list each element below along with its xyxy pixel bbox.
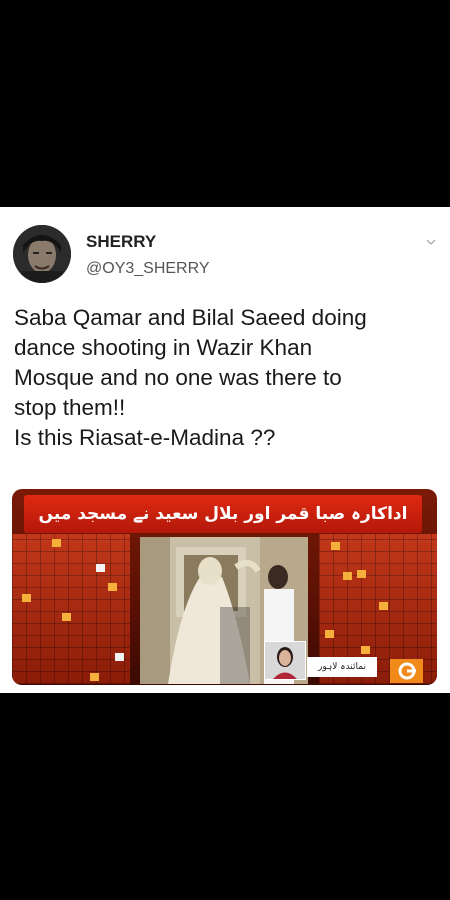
tweet-text: Saba Qamar and Bilal Saeed doing dance s… [14,305,367,450]
chevron-down-icon[interactable] [425,236,437,248]
reporter-tag: نمائندہ لاہور [307,657,377,677]
reporter-photo [264,641,306,680]
user-handle[interactable]: @OY3_SHERRY [86,260,210,278]
tweet-card: SHERRY @OY3_SHERRY Saba Qamar and Bilal … [0,207,450,693]
tweet-media-image[interactable]: اداکارہ صبا قمر اور بلال سعید نے مسجد می… [12,489,437,685]
display-name[interactable]: SHERRY [86,232,156,252]
channel-logo [390,659,423,683]
decorative-panel-left [12,534,130,684]
news-headline: اداکارہ صبا قمر اور بلال سعید نے مسجد می… [24,495,422,562]
avatar[interactable] [13,225,71,283]
